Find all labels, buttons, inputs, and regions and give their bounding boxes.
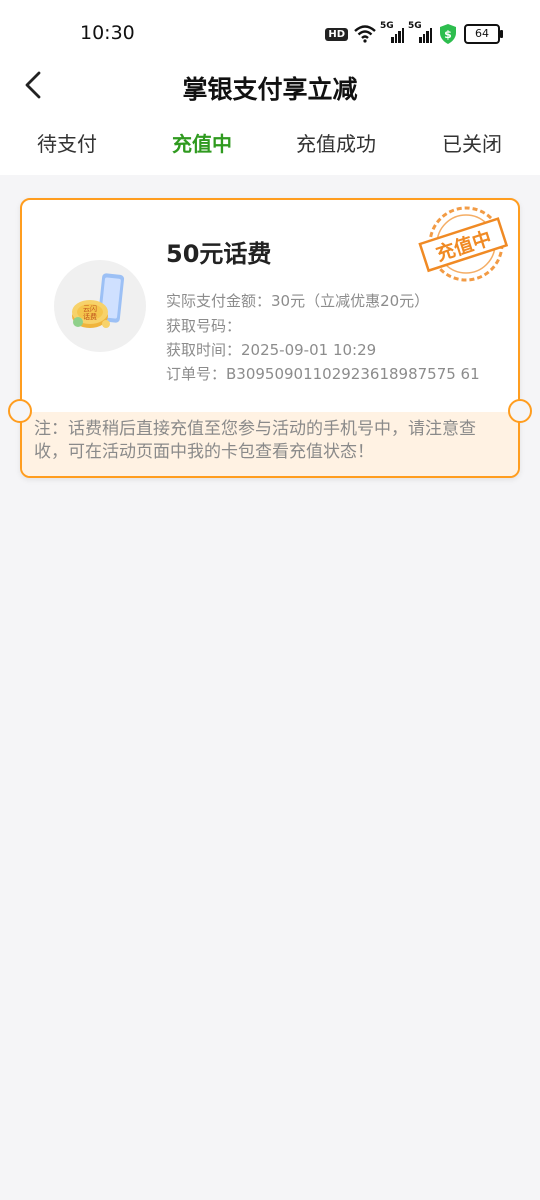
recharge-note: 注：话费稍后直接充值至您参与活动的手机号中，请注意查收，可在活动页面中我的卡包查… — [22, 412, 518, 476]
signal-icon-1: 5G — [380, 21, 404, 43]
phone-number: 获取号码： — [166, 317, 242, 335]
product-image: 云闪 话费 — [54, 260, 146, 352]
page-title: 掌银支付享立减 — [182, 75, 358, 104]
order-card[interactable]: 云闪 话费 50元话费 实际支付金额：30元（立减优惠20元） 获取号码： 获取… — [8, 198, 532, 478]
tab-recharge-success[interactable]: 充值成功 — [296, 128, 376, 157]
order-number: 订单号：B30950901102923618987575 61 — [166, 365, 480, 383]
actual-payment: 实际支付金额：30元（立减优惠20元） — [166, 292, 430, 310]
status-bar: 10:30 HD 5G 5G $ 64 — [0, 0, 540, 68]
svg-text:$: $ — [444, 28, 452, 41]
product-name: 50元话费 — [166, 240, 272, 268]
tab-recharging[interactable]: 充值中 — [172, 128, 232, 157]
status-time: 10:30 — [80, 22, 135, 44]
battery-icon: 64 — [464, 24, 503, 44]
tab-pending-payment[interactable]: 待支付 — [37, 128, 97, 157]
wifi-icon — [354, 25, 376, 43]
order-time: 获取时间：2025-09-01 10:29 — [166, 341, 377, 359]
svg-text:云闪: 云闪 — [83, 304, 97, 313]
ticket-notch-left — [8, 399, 32, 423]
security-shield-icon: $ — [440, 24, 456, 44]
hd-icon: HD — [325, 27, 348, 41]
svg-text:话费: 话费 — [83, 312, 97, 321]
status-icons: HD 5G 5G $ 64 — [325, 21, 503, 46]
tab-closed[interactable]: 已关闭 — [442, 128, 502, 157]
tab-bar: 待支付 充值中 充值成功 已关闭 — [0, 128, 540, 162]
ticket-notch-right — [508, 399, 532, 423]
signal-icon-2: 5G — [408, 21, 432, 43]
recharging-stamp: 充值中 — [418, 206, 508, 282]
